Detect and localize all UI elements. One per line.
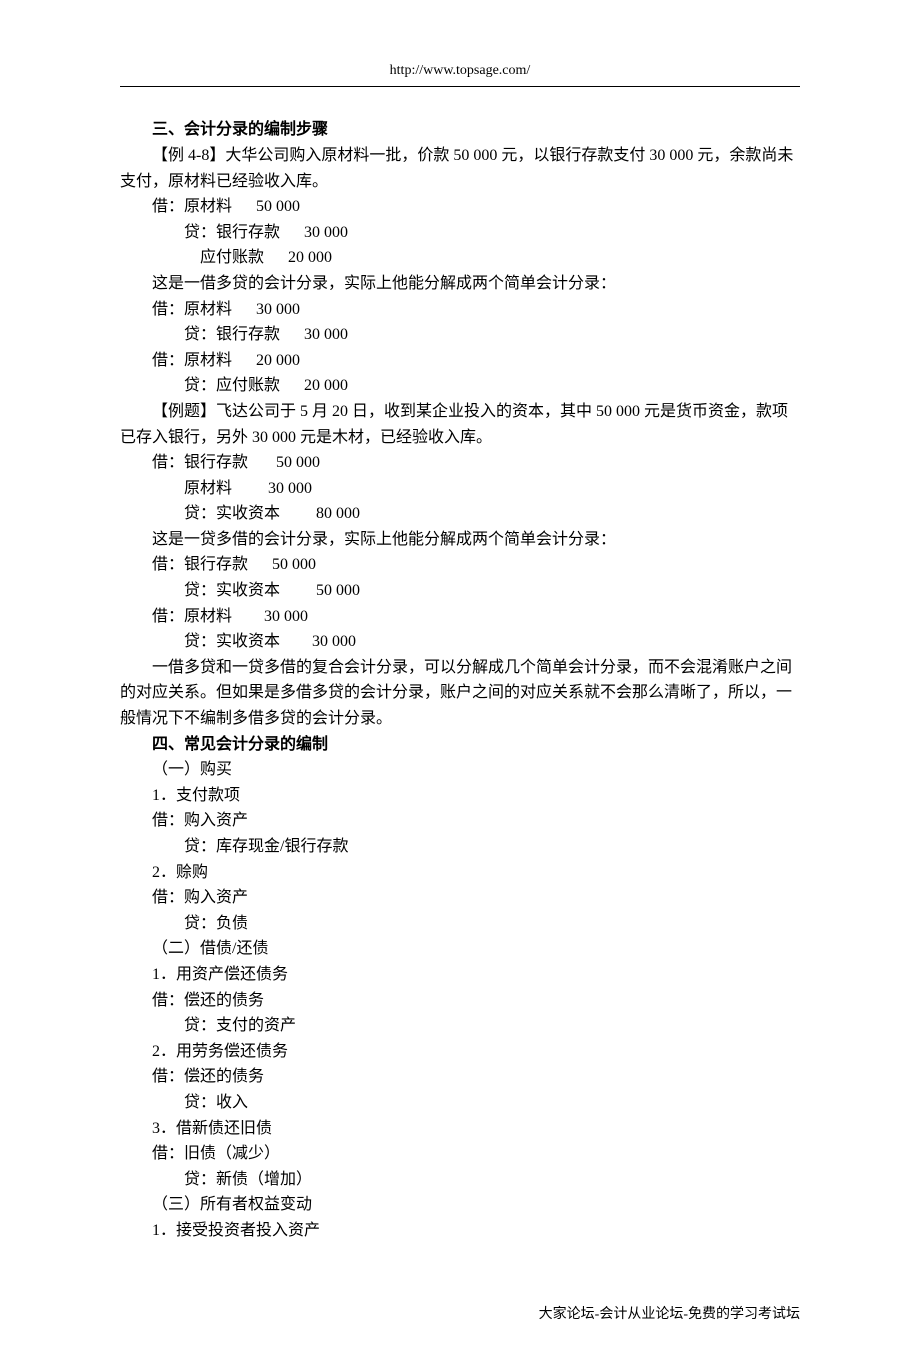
note-decompose-2: 这是一贷多借的会计分录，实际上他能分解成两个简单会计分录： bbox=[120, 527, 800, 553]
section-4-title: 四、常见会计分录的编制 bbox=[120, 732, 800, 758]
item-accept-investment: 1．接受投资者投入资产 bbox=[120, 1218, 800, 1244]
section-3-summary: 一借多贷和一贷多借的复合会计分录，可以分解成几个简单会计分录，而不会混淆账户之间… bbox=[120, 655, 800, 732]
entry-credit-capital-3: 贷：实收资本 30 000 bbox=[120, 629, 800, 655]
example-feida: 【例题】飞达公司于 5 月 20 日，收到某企业投入的资本，其中 50 000 … bbox=[120, 399, 800, 450]
item-repay-asset-debit: 借：偿还的债务 bbox=[120, 988, 800, 1014]
item-new-old-debt-debit: 借：旧债（减少） bbox=[120, 1141, 800, 1167]
note-decompose-1: 这是一借多贷的会计分录，实际上他能分解成两个简单会计分录： bbox=[120, 271, 800, 297]
item-credit-purchase-debit: 借：购入资产 bbox=[120, 885, 800, 911]
entry-credit-capital-1: 贷：实收资本 80 000 bbox=[120, 501, 800, 527]
item-repay-asset-credit: 贷：支付的资产 bbox=[120, 1013, 800, 1039]
sub-buy: （一）购买 bbox=[120, 757, 800, 783]
item-repay-asset: 1．用资产偿还债务 bbox=[120, 962, 800, 988]
entry-debit-raw-material-4: 原材料 30 000 bbox=[120, 476, 800, 502]
entry-credit-bank-2: 贷：银行存款 30 000 bbox=[120, 322, 800, 348]
item-pay-debit: 借：购入资产 bbox=[120, 808, 800, 834]
entry-credit-payable-2: 贷：应付账款 20 000 bbox=[120, 373, 800, 399]
entry-debit-raw-material-2: 借：原材料 30 000 bbox=[120, 297, 800, 323]
entry-debit-raw-material-3: 借：原材料 20 000 bbox=[120, 348, 800, 374]
header-divider bbox=[120, 86, 800, 87]
entry-credit-capital-2: 贷：实收资本 50 000 bbox=[120, 578, 800, 604]
item-credit-purchase: 2．赊购 bbox=[120, 860, 800, 886]
entry-credit-bank-1: 贷：银行存款 30 000 bbox=[120, 220, 800, 246]
item-new-old-debt-credit: 贷：新债（增加） bbox=[120, 1167, 800, 1193]
entry-debit-raw-material-1: 借：原材料 50 000 bbox=[120, 194, 800, 220]
sub-debt: （二）借债/还债 bbox=[120, 936, 800, 962]
entry-debit-raw-material-5: 借：原材料 30 000 bbox=[120, 604, 800, 630]
item-pay: 1．支付款项 bbox=[120, 783, 800, 809]
item-repay-service: 2．用劳务偿还债务 bbox=[120, 1039, 800, 1065]
item-credit-purchase-credit: 贷：负债 bbox=[120, 911, 800, 937]
item-repay-service-credit: 贷：收入 bbox=[120, 1090, 800, 1116]
example-4-8: 【例 4-8】大华公司购入原材料一批，价款 50 000 元，以银行存款支付 3… bbox=[120, 143, 800, 194]
item-pay-credit: 贷：库存现金/银行存款 bbox=[120, 834, 800, 860]
entry-debit-bank-1: 借：银行存款 50 000 bbox=[120, 450, 800, 476]
item-repay-service-debit: 借：偿还的债务 bbox=[120, 1064, 800, 1090]
footer-text: 大家论坛-会计从业论坛-免费的学习考试坛 bbox=[120, 1304, 800, 1326]
section-3-title: 三、会计分录的编制步骤 bbox=[120, 117, 800, 143]
header-url: http://www.topsage.com/ bbox=[120, 60, 800, 82]
entry-credit-payable-1: 应付账款 20 000 bbox=[120, 245, 800, 271]
sub-equity: （三）所有者权益变动 bbox=[120, 1192, 800, 1218]
entry-debit-bank-2: 借：银行存款 50 000 bbox=[120, 552, 800, 578]
item-new-old-debt: 3．借新债还旧债 bbox=[120, 1116, 800, 1142]
